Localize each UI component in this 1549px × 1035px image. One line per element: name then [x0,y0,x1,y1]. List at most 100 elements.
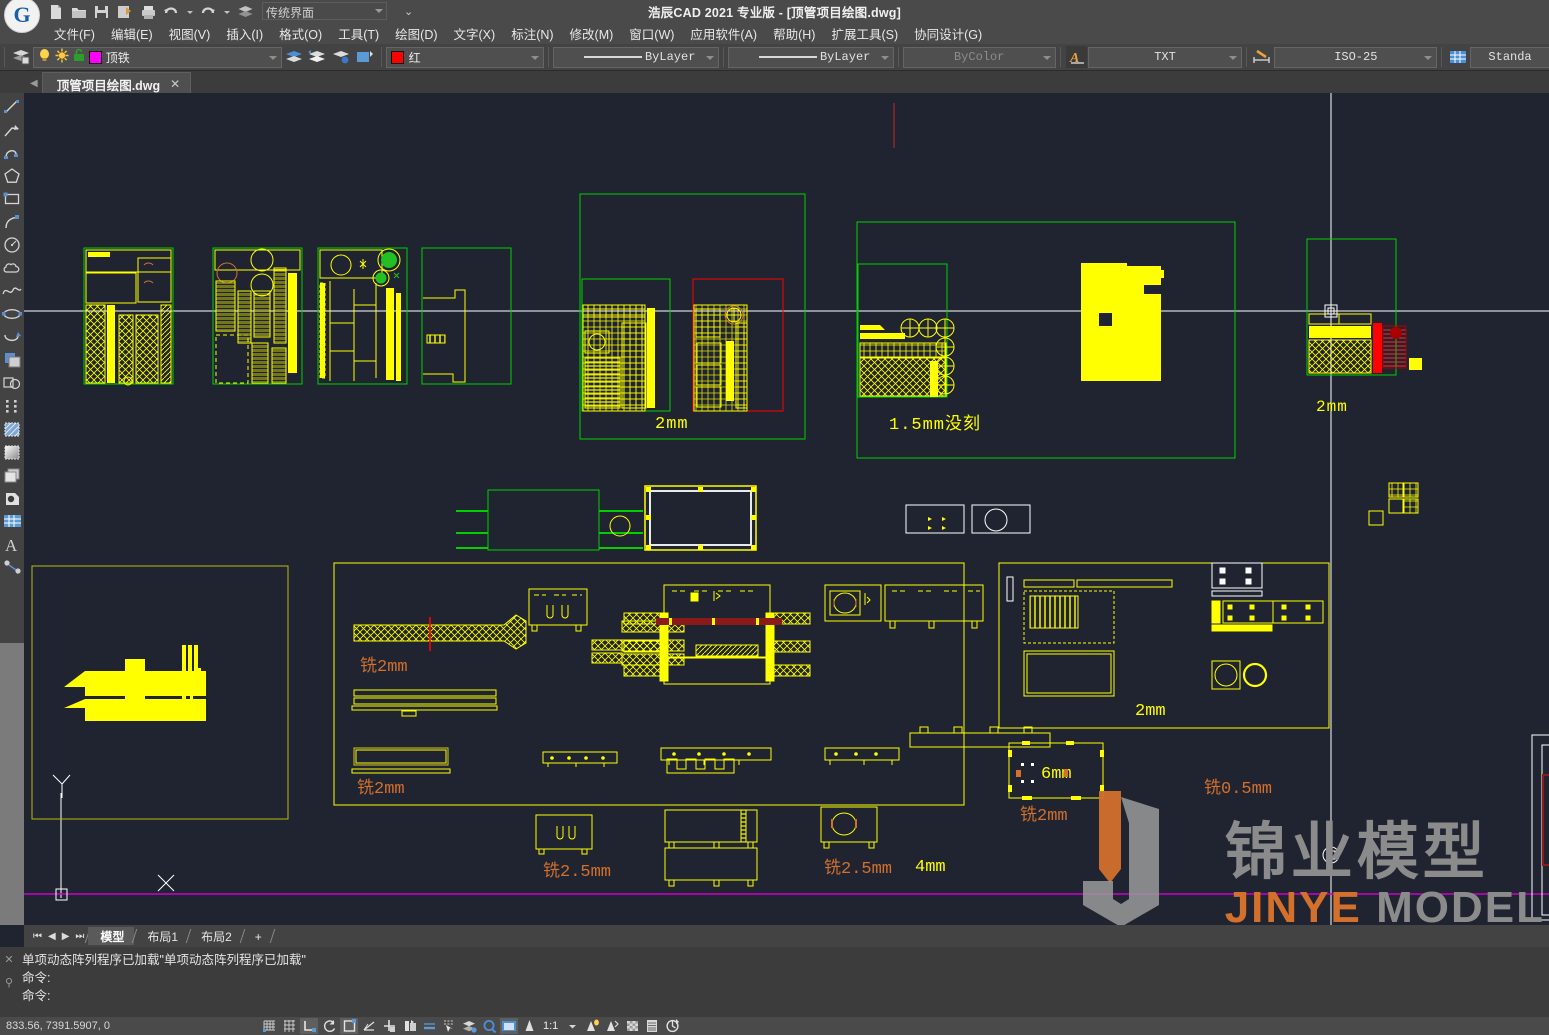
transparency-icon[interactable] [623,1018,641,1034]
menu-item-dimension[interactable]: 标注(N) [503,22,561,45]
color-control[interactable]: 红 [385,46,544,68]
chevron-down-icon[interactable] [530,55,539,60]
arc-icon[interactable] [2,212,22,232]
lineweight-control[interactable]: ByLayer [727,46,894,68]
make-block-icon[interactable] [2,373,22,393]
menu-item-collab[interactable]: 协同设计(G) [906,22,990,45]
region-icon[interactable] [2,465,22,485]
lock-icon[interactable] [73,48,85,67]
table-icon[interactable] [2,511,22,531]
menu-item-express[interactable]: 扩展工具(S) [823,22,906,45]
undo-icon[interactable] [163,4,179,19]
spline-icon[interactable] [2,281,22,301]
polyline-icon[interactable] [2,120,22,140]
dynamic-ucs-icon[interactable] [380,1018,398,1034]
hatch-icon[interactable] [2,419,22,439]
menu-item-view[interactable]: 视图(V) [161,22,219,45]
layer-walk-icon[interactable] [354,46,376,68]
grid-display-icon[interactable] [280,1018,298,1034]
freeze-thaw-icon[interactable] [55,48,69,67]
chevron-down-icon[interactable] [880,55,889,60]
annotation-visibility-icon[interactable] [583,1018,601,1034]
lineweight-icon[interactable] [420,1018,438,1034]
layer-color-swatch[interactable] [88,50,102,64]
interface-selector[interactable]: 传统界面 [262,2,387,20]
revision-cloud-icon[interactable] [2,258,22,278]
chevron-down-icon[interactable] [1228,55,1237,60]
layer-previous-icon[interactable] [306,46,328,68]
layer-states-icon[interactable] [330,46,352,68]
redo-dropdown-icon[interactable] [223,4,230,19]
polygon-icon[interactable] [2,166,22,186]
dimension-style-icon[interactable] [1252,46,1274,68]
dynamic-input-icon[interactable] [400,1018,418,1034]
chevron-down-icon[interactable] [268,55,277,60]
layers-icon[interactable] [237,4,253,19]
layout-tab-layout1[interactable]: 布局1 [135,927,188,945]
file-tab-active[interactable]: 顶管项目绘图.dwg ✕ [41,72,192,93]
textstyle-control[interactable]: TXT [1088,46,1242,68]
menu-item-edit[interactable]: 编辑(E) [103,22,161,45]
gradient-icon[interactable] [2,442,22,462]
drawing-canvas[interactable]: 2mm 1.5mm没刻 2mm 铣2mm 铣2mm 铣2.5mm 铣2.5mm … [24,93,1549,925]
text-style-icon[interactable]: A [1065,46,1088,68]
layout-tab-layout2[interactable]: 布局2 [189,927,242,945]
open-icon[interactable] [71,4,87,19]
object-snap-icon[interactable] [340,1018,358,1034]
menu-item-draw[interactable]: 绘图(D) [387,22,445,45]
command-prompt[interactable]: 命令: [22,987,1549,1005]
save-as-icon[interactable] [117,4,133,19]
undo-dropdown-icon[interactable] [186,4,193,19]
menu-item-help[interactable]: 帮助(H) [765,22,823,45]
close-icon[interactable]: ✕ [170,77,180,91]
menu-item-window[interactable]: 窗口(W) [621,22,682,45]
point-icon[interactable] [2,396,22,416]
layer-control[interactable]: 顶铁 [32,46,282,68]
quick-properties-icon[interactable] [460,1018,478,1034]
mtext-icon[interactable]: A [2,534,22,554]
clean-screen-icon[interactable] [663,1018,681,1034]
ellipse-arc-icon[interactable] [2,327,22,347]
save-icon[interactable] [94,4,110,19]
qat-more-icon[interactable]: ⌄ [404,5,413,18]
pin-icon[interactable]: ⚲ [5,976,13,989]
new-icon[interactable] [48,4,64,19]
tab-scroll-left-icon[interactable]: ◀ [30,78,38,89]
linetype-control[interactable]: ByLayer [552,46,719,68]
current-color-swatch[interactable] [390,50,404,64]
first-layout-icon[interactable]: ⏮ [30,931,45,942]
tablestyle-control[interactable]: Standa [1470,46,1549,68]
multileader-icon[interactable] [2,557,22,577]
menu-item-modify[interactable]: 修改(M) [562,22,622,45]
rectangle-icon[interactable] [2,189,22,209]
polar-tracking-icon[interactable] [320,1018,338,1034]
scale-dropdown-icon[interactable] [563,1018,581,1034]
osnap-tracking-icon[interactable] [360,1018,378,1034]
ortho-mode-icon[interactable] [300,1018,318,1034]
command-line-pane[interactable]: ✕ ⚲ 单项动态阵列程序已加载"单项动态阵列程序已加载" 命令: 命令: [0,947,1549,1017]
model-space-icon[interactable] [500,1018,518,1034]
next-layout-icon[interactable]: ▶ [59,931,73,942]
chevron-down-icon[interactable] [1424,55,1433,60]
make-object-layer-current-icon[interactable] [283,46,305,68]
ellipse-icon[interactable] [2,304,22,324]
annotation-auto-scale-icon[interactable] [603,1018,621,1034]
table-style-icon[interactable] [1447,46,1469,68]
annotation-scale-value[interactable]: 1:1 [543,1020,558,1032]
command-history[interactable]: 单项动态阵列程序已加载"单项动态阵列程序已加载" 命令: 命令: [18,947,1549,1017]
snap-grid-icon[interactable] [260,1018,278,1034]
menu-item-insert[interactable]: 插入(I) [218,22,271,45]
layer-properties-icon[interactable] [10,46,32,68]
annotation-scale-icon[interactable] [520,1018,538,1034]
previous-layout-icon[interactable]: ◀ [45,931,59,942]
workspace-icon[interactable] [643,1018,661,1034]
selection-cycling-icon[interactable] [440,1018,458,1034]
quick-view-icon[interactable] [480,1018,498,1034]
lightbulb-icon[interactable] [38,48,51,67]
arc-polyline-icon[interactable] [2,143,22,163]
close-icon[interactable]: ✕ [4,953,13,966]
insert-block-icon[interactable] [2,350,22,370]
menu-item-text[interactable]: 文字(X) [446,22,504,45]
redo-icon[interactable] [200,4,216,19]
circle-icon[interactable] [2,235,22,255]
